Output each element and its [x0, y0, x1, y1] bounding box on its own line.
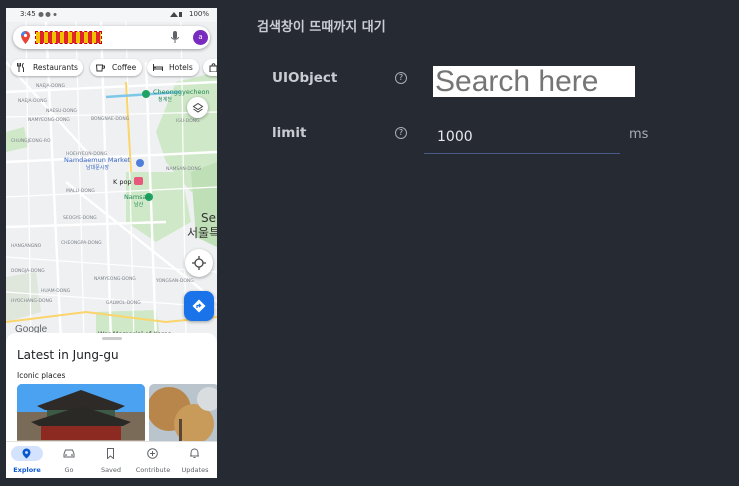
uiobject-label: UIObject: [272, 70, 338, 86]
nav-explore[interactable]: Explore: [6, 442, 48, 478]
district-label: BONGNAE-DONG: [91, 116, 130, 122]
bed-icon: [153, 64, 163, 71]
district-label: HUAM-DONG: [41, 288, 71, 294]
chip-label: Coffee: [112, 63, 137, 72]
district-label: NAMSAN-DONG: [166, 166, 202, 172]
help-icon[interactable]: ?: [395, 127, 407, 139]
poi-label[interactable]: Namsan: [124, 193, 151, 201]
chip-label: Hotels: [169, 63, 193, 72]
layers-icon: [192, 102, 203, 113]
district-label: YONGSAN-DONG: [155, 278, 194, 284]
maps-search-bar[interactable]: ████████ a: [13, 26, 210, 49]
poi-label[interactable]: Namdaemun Market: [64, 156, 131, 164]
limit-label: limit: [272, 125, 307, 141]
district-label: NAMYEONG-DONG: [94, 276, 136, 282]
coffee-icon: [96, 64, 105, 72]
district-label: NAMYEONG-DONG: [28, 117, 70, 123]
district-label: DONGJA-DONG: [11, 268, 45, 274]
nav-label: Go: [64, 466, 74, 474]
sheet-title: Latest in Jung-gu: [17, 348, 119, 362]
nav-updates[interactable]: Updates: [174, 442, 216, 478]
notification-icons: [38, 12, 57, 17]
directions-button[interactable]: [184, 291, 214, 321]
poi-label[interactable]: K pop: [113, 178, 132, 186]
pin-icon: [22, 448, 31, 459]
wifi-signal-icon: [170, 12, 182, 17]
chip-restaurants[interactable]: Restaurants: [11, 59, 83, 76]
shopping-bag-icon: [209, 63, 217, 72]
microphone-icon[interactable]: [171, 31, 179, 43]
chip-coffee[interactable]: Coffee: [90, 59, 142, 76]
district-label: CHUNGJEONG-RO: [11, 138, 51, 144]
district-label: CHEONGPA-DONG: [61, 240, 102, 246]
utensils-icon: [17, 63, 24, 72]
poi-label[interactable]: 청계천: [158, 96, 172, 103]
category-chips: Restaurants Coffee Hotels: [11, 59, 217, 76]
phone-screenshot: NAEJA-DONG NAEJA-DONG NAESU-DONG NAMYEON…: [6, 8, 217, 478]
district-label: HANGANGNO: [11, 243, 42, 249]
city-label-en: Se: [201, 211, 216, 225]
bottom-navigation: Explore Go Saved Contribute Updates: [6, 441, 217, 478]
chip-label: Restaurants: [33, 63, 78, 72]
sheet-drag-handle[interactable]: [102, 337, 122, 340]
maps-logo-icon: [21, 31, 30, 44]
poi-label[interactable]: 남대문시장: [86, 164, 109, 171]
bell-icon: [190, 448, 199, 458]
nav-go[interactable]: Go: [48, 442, 90, 478]
status-time: 3:45: [20, 10, 36, 18]
district-label: NAEJA-DONG: [18, 98, 48, 104]
nav-label: Updates: [181, 466, 209, 474]
nav-saved[interactable]: Saved: [90, 442, 132, 478]
uiobject-preview-text: Search here: [435, 66, 599, 97]
plus-circle-icon: [147, 448, 158, 459]
uiobject-preview[interactable]: Search here: [433, 66, 635, 97]
city-label-ko: 서울특: [187, 226, 217, 240]
car-icon: [63, 449, 75, 458]
directions-icon: [192, 299, 206, 313]
my-location-button[interactable]: [185, 249, 213, 277]
crosshair-icon: [192, 256, 206, 270]
status-battery: 100%: [188, 10, 209, 18]
chip-hotels[interactable]: Hotels: [147, 59, 199, 76]
nav-label: Explore: [13, 466, 41, 474]
sheet-subtitle: Iconic places: [17, 371, 66, 380]
district-label: NAEJA-DONG: [36, 83, 66, 89]
district-label: MALLI-DONG: [66, 188, 95, 194]
help-icon[interactable]: ?: [395, 72, 407, 84]
map-layers-button[interactable]: [187, 97, 208, 118]
limit-input[interactable]: [424, 120, 620, 154]
nav-contribute[interactable]: Contribute: [132, 442, 174, 478]
poi-label[interactable]: Cheonggyecheon: [153, 88, 210, 96]
poi-label[interactable]: 남산: [134, 201, 144, 208]
district-label: NAESU-DONG: [46, 108, 77, 114]
account-avatar[interactable]: a: [193, 30, 208, 45]
chip-more[interactable]: [203, 59, 217, 76]
nav-label: Saved: [100, 466, 122, 474]
limit-unit: ms: [629, 127, 649, 142]
district-label: GALWOL-DONG: [106, 300, 141, 306]
status-bar: 3:45 100%: [6, 8, 217, 22]
nav-label: Contribute: [135, 466, 171, 474]
bookmark-icon: [107, 448, 114, 459]
search-query-redacted: ████████: [35, 31, 102, 44]
explore-bottom-sheet[interactable]: Latest in Jung-gu Iconic places: [6, 333, 217, 454]
district-label: HYOCHANG-DONG: [11, 298, 53, 304]
district-label: SEOGYE-DONG: [63, 215, 97, 221]
step-title: 검색창이 뜨때까지 대기: [257, 20, 386, 35]
district-label: IGU-DONG: [176, 118, 200, 124]
